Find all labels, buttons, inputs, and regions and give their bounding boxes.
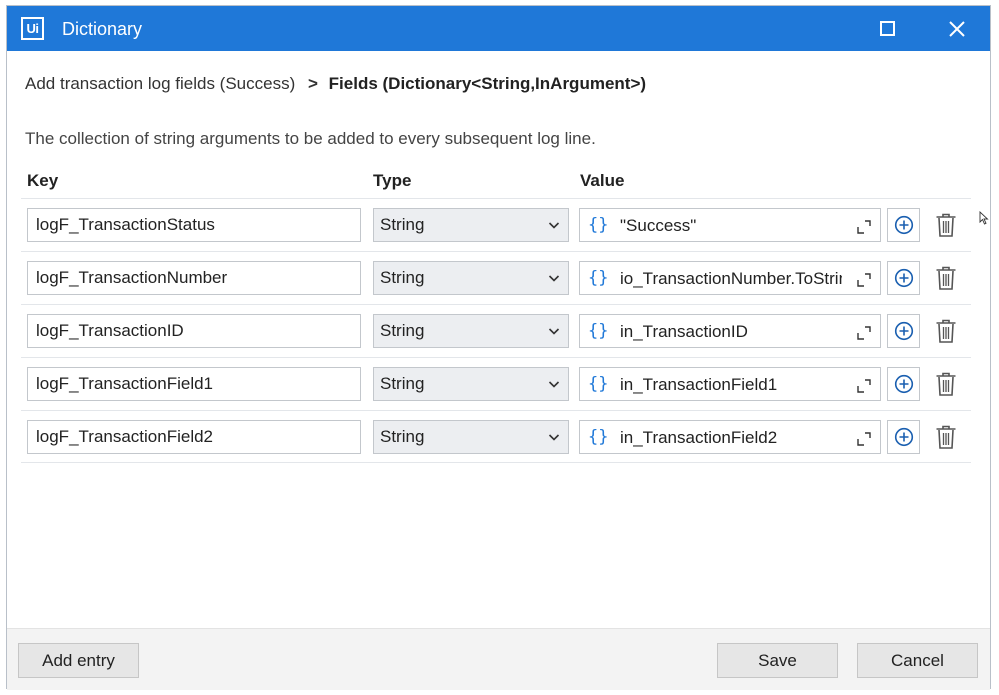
column-header-type: Type (373, 171, 412, 190)
type-dropdown[interactable]: String (373, 208, 569, 242)
expression-brace-icon: {} (588, 215, 609, 235)
value-expression: in_TransactionField2 (620, 428, 778, 447)
type-dropdown[interactable]: String (373, 420, 569, 454)
add-circle-icon (894, 215, 913, 235)
add-variable-button[interactable] (887, 208, 920, 242)
cancel-button[interactable]: Cancel (857, 643, 978, 678)
table-row: logF_TransactionField2 String {} in_Transac… (21, 410, 971, 463)
column-header-value: Value (580, 171, 625, 190)
maximize-icon (879, 21, 895, 36)
breadcrumb-separator: > (307, 74, 318, 93)
expression-brace-icon: {} (588, 321, 609, 341)
type-dropdown[interactable]: String (373, 314, 569, 348)
window-title: Dictionary (62, 19, 143, 39)
trash-icon[interactable] (935, 318, 957, 344)
breadcrumb-current: Fields (Dictionary<String,InArgument>) (328, 74, 647, 93)
chevron-down-icon (548, 381, 560, 388)
add-variable-button[interactable] (887, 367, 920, 401)
value-input[interactable]: {} io_TransactionNumber.ToString (579, 261, 881, 295)
add-variable-button[interactable] (887, 261, 920, 295)
add-circle-icon (894, 321, 913, 341)
value-expression: "Success" (620, 216, 697, 235)
add-variable-button[interactable] (887, 314, 920, 348)
add-entry-button[interactable]: Add entry (18, 643, 139, 678)
value-expression: in_TransactionID (620, 322, 748, 341)
expression-brace-icon: {} (588, 427, 609, 447)
chevron-down-icon (548, 328, 560, 335)
dictionary-grid: logF_TransactionStatus String{} "Success" l… (21, 198, 971, 463)
value-input[interactable]: {} in_TransactionID (579, 314, 881, 348)
expand-icon[interactable] (856, 325, 872, 341)
add-circle-icon (894, 268, 913, 288)
type-dropdown[interactable]: String (373, 261, 569, 295)
type-dropdown[interactable]: String (373, 367, 569, 401)
key-input[interactable]: logF_TransactionField2 (27, 420, 361, 454)
save-button[interactable]: Save (717, 643, 838, 678)
column-header-key: Key (27, 171, 59, 190)
type-dropdown-value: String (380, 427, 425, 446)
type-dropdown-value: String (380, 268, 425, 287)
type-dropdown-value: String (380, 374, 425, 393)
dialog-footer: Add entry Save Cancel (7, 628, 990, 690)
expand-icon[interactable] (856, 219, 872, 235)
key-input[interactable]: logF_TransactionID (27, 314, 361, 348)
value-input[interactable]: {} in_TransactionField1 (579, 367, 881, 401)
expand-icon[interactable] (856, 378, 872, 394)
value-expression: in_TransactionField1 (620, 375, 778, 394)
key-input[interactable]: logF_TransactionStatus (27, 208, 361, 242)
breadcrumb: Add transaction log fields (Success) > F… (25, 74, 646, 94)
chevron-down-icon (548, 275, 560, 282)
trash-icon[interactable] (935, 265, 957, 291)
key-input[interactable]: logF_TransactionField1 (27, 367, 361, 401)
expression-brace-icon: {} (588, 374, 609, 394)
expand-icon[interactable] (856, 272, 872, 288)
expression-brace-icon: {} (588, 268, 609, 288)
trash-icon[interactable] (935, 371, 957, 397)
add-circle-icon (894, 374, 913, 394)
add-circle-icon (894, 427, 913, 447)
type-dropdown-value: String (380, 321, 425, 340)
breadcrumb-parent[interactable]: Add transaction log fields (Success) (25, 74, 295, 93)
trash-icon[interactable] (935, 212, 957, 238)
table-row: logF_TransactionNumber String {} io_Transac… (21, 251, 971, 304)
table-row: logF_TransactionField1 String {} in_Transac… (21, 357, 971, 410)
type-dropdown-value: String (380, 215, 425, 234)
expand-icon[interactable] (856, 431, 872, 447)
trash-icon[interactable] (935, 424, 957, 450)
description-text: The collection of string arguments to be… (25, 129, 596, 148)
value-input[interactable]: {} in_TransactionField2 (579, 420, 881, 454)
table-row: logF_TransactionID String {} in_Transaction… (21, 304, 971, 357)
value-expression: io_TransactionNumber.ToString (620, 269, 842, 288)
key-input[interactable]: logF_TransactionNumber (27, 261, 361, 295)
value-input[interactable]: {} "Success" (579, 208, 881, 242)
title-bar[interactable]: Ui Dictionary (7, 6, 990, 51)
close-button[interactable] (927, 6, 987, 51)
uipath-logo: Ui (21, 17, 44, 40)
table-row: logF_TransactionStatus String {} "Success" (21, 198, 971, 251)
chevron-down-icon (548, 222, 560, 229)
mouse-cursor-icon (979, 211, 989, 225)
chevron-down-icon (548, 434, 560, 441)
dictionary-dialog: Ui Dictionary Add transaction log fields… (6, 5, 991, 690)
add-variable-button[interactable] (887, 420, 920, 454)
close-icon (949, 20, 965, 37)
maximize-button[interactable] (857, 6, 917, 51)
